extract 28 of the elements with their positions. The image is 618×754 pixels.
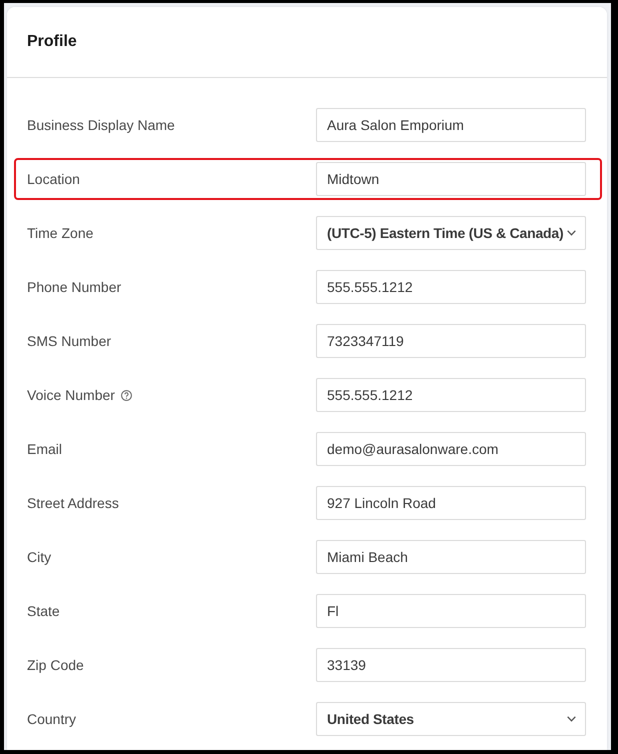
chevron-down-icon <box>567 716 576 722</box>
field-label: State <box>27 602 60 620</box>
field-label: Zip Code <box>27 656 84 675</box>
help-icon[interactable] <box>120 390 132 400</box>
field-label: Voice Number <box>27 386 115 404</box>
field-label: City <box>27 548 52 567</box>
text-field[interactable]: 7323347119 <box>316 324 586 358</box>
text-field[interactable]: 555.555.1212 <box>316 378 586 412</box>
field-label: Country <box>27 710 76 729</box>
field-label: SMS Number <box>27 332 112 350</box>
field-label: Location <box>27 170 80 188</box>
field-label: Time Zone <box>27 224 94 242</box>
card-title: Profile <box>27 32 78 52</box>
field-label: Phone Number <box>27 278 122 296</box>
text-field[interactable]: 555.555.1212 <box>316 270 586 304</box>
text-field[interactable]: demo@aurasalonware.com <box>316 432 586 466</box>
chevron-down-icon <box>567 230 576 236</box>
text-field[interactable]: Aura Salon Emporium <box>316 108 586 142</box>
dropdown-select[interactable]: United States <box>316 702 586 736</box>
text-field[interactable]: 33139 <box>316 648 586 682</box>
text-field[interactable]: Fl <box>316 594 586 628</box>
field-label: Email <box>27 440 62 458</box>
text-field[interactable]: 927 Lincoln Road <box>316 486 586 520</box>
dropdown-select[interactable]: (UTC-5) Eastern Time (US & Canada) <box>316 216 586 250</box>
text-field[interactable]: Midtown <box>316 162 586 196</box>
field-label: Street Address <box>27 494 119 512</box>
field-label: Business Display Name <box>27 116 175 135</box>
text-field[interactable]: Miami Beach <box>316 540 586 574</box>
